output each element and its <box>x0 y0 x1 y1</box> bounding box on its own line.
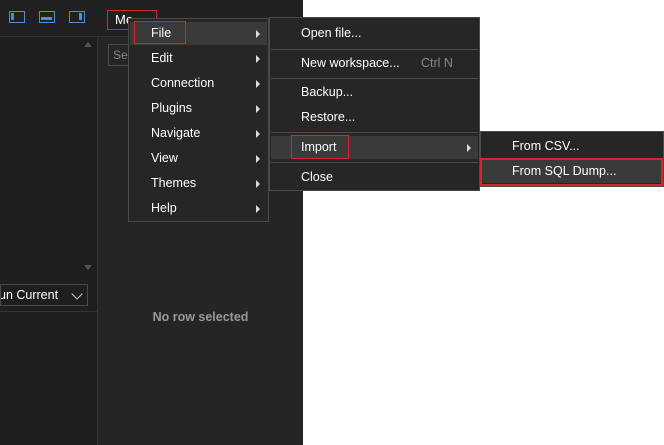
menu-item-help[interactable]: Help <box>130 197 267 220</box>
menu-item-backup[interactable]: Backup... <box>271 81 478 104</box>
menu-item-edit[interactable]: Edit <box>130 47 267 70</box>
layout-right-icon[interactable] <box>69 11 85 23</box>
layout-bottom-icon[interactable] <box>39 11 55 23</box>
menu-item-label: Open file... <box>301 26 362 40</box>
chevron-down-icon <box>71 288 83 300</box>
menu-item-label: Help <box>151 201 177 215</box>
menu-separator <box>271 49 478 50</box>
highlight-from-sql-dump <box>480 158 663 186</box>
chevron-right-icon <box>256 80 260 88</box>
menu-separator <box>271 132 478 133</box>
highlight-import <box>291 135 349 159</box>
menu-item-label: Restore... <box>301 110 356 124</box>
chevron-right-icon <box>256 55 260 63</box>
menu-item-label: View <box>151 151 178 165</box>
left-pane: un Current <box>0 37 98 445</box>
divider <box>0 311 97 312</box>
menu-item-label: Themes <box>151 176 197 190</box>
scroll-down-icon[interactable] <box>84 265 92 270</box>
run-select-dropdown[interactable]: un Current <box>0 284 88 306</box>
chevron-right-icon <box>256 105 260 113</box>
menu-item-navigate[interactable]: Navigate <box>130 122 267 145</box>
chevron-right-icon <box>256 155 260 163</box>
file-submenu: Open file... New workspace... Ctrl N Bac… <box>269 17 480 191</box>
menu-item-connection[interactable]: Connection <box>130 72 267 95</box>
menu-item-label: Close <box>301 170 333 184</box>
menu-item-from-csv[interactable]: From CSV... <box>482 135 662 158</box>
highlight-file <box>134 21 186 44</box>
menu-separator <box>271 78 478 79</box>
chevron-right-icon <box>256 205 260 213</box>
shortcut-label: Ctrl N <box>421 56 453 70</box>
menu-item-new-workspace[interactable]: New workspace... Ctrl N <box>271 52 478 75</box>
menu-item-restore[interactable]: Restore... <box>271 106 478 129</box>
menu-item-open-file[interactable]: Open file... <box>271 22 478 45</box>
menu-item-label: From CSV... <box>512 139 580 153</box>
menu-item-themes[interactable]: Themes <box>130 172 267 195</box>
chevron-right-icon <box>467 144 471 152</box>
menu-item-label: Connection <box>151 76 215 90</box>
chevron-right-icon <box>256 130 260 138</box>
layout-left-icon[interactable] <box>9 11 25 23</box>
menu-item-label: Navigate <box>151 126 201 140</box>
menu-item-view[interactable]: View <box>130 147 267 170</box>
menu-item-close[interactable]: Close <box>271 166 478 189</box>
main-menu: File Edit Connection Plugins Navigate Vi… <box>128 18 269 222</box>
scroll-up-icon[interactable] <box>84 42 92 47</box>
menu-item-label: Backup... <box>301 85 354 99</box>
chevron-right-icon <box>256 180 260 188</box>
menu-item-label: New workspace... <box>301 56 400 70</box>
menu-item-label: Plugins <box>151 101 192 115</box>
menu-item-label: Edit <box>151 51 173 65</box>
chevron-right-icon <box>256 30 260 38</box>
empty-state-text: No row selected <box>152 310 249 324</box>
menu-separator <box>271 162 478 163</box>
menu-item-plugins[interactable]: Plugins <box>130 97 267 120</box>
run-select-value: un Current <box>0 288 59 302</box>
